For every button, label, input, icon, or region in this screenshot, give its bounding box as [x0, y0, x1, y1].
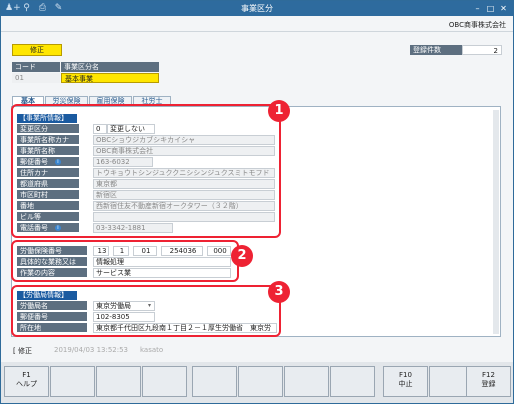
row-label: 具体的な業務又は [17, 257, 87, 267]
row-label: 番地 [17, 201, 79, 211]
fkey-button[interactable] [142, 366, 187, 397]
row-label: 電話番号 [17, 223, 79, 233]
close-icon[interactable]: ✕ [498, 3, 509, 14]
phone-field[interactable]: 03-3342-1881 [93, 223, 173, 233]
company-name: OBC商事株式会社 [448, 21, 506, 29]
office-name-field[interactable]: OBC商事株式会社 [93, 146, 275, 156]
insurance-no-part[interactable]: 01 [133, 246, 157, 256]
window-title: 事業区分 [241, 4, 273, 13]
row-label: 事業所名称カナ [17, 135, 79, 145]
divider [1, 31, 513, 32]
city-field[interactable]: 新宿区 [93, 190, 275, 200]
row-label: 郵便番号 [17, 312, 87, 322]
row-label: 労働保険番号 [17, 246, 87, 256]
row-label: 作業の内容 [17, 268, 87, 278]
row-label: ビル等 [17, 212, 79, 222]
fkey-button[interactable] [50, 366, 95, 397]
chevron-down-icon[interactable]: ▾ [148, 302, 151, 309]
info-icon[interactable]: i [55, 159, 61, 165]
f1-help-button[interactable]: F1 ヘルプ [4, 366, 49, 397]
status-user: kasato [140, 346, 164, 354]
section-office-title: 【事業所情報】 [17, 114, 77, 123]
prefecture-field[interactable]: 東京都 [93, 179, 275, 189]
fkey-button[interactable] [238, 366, 283, 397]
scrollbar[interactable] [493, 110, 499, 334]
row-label: 所在地 [17, 323, 87, 333]
office-kana-field[interactable]: OBCショウジカブシキカイシャ [93, 135, 275, 145]
address-kana-field[interactable]: トウキョウトシンジュククニシシンジュクスミトモフド [93, 168, 275, 178]
f12-register-button[interactable]: F12 登録 [466, 366, 511, 397]
minimize-icon[interactable]: – [472, 3, 483, 14]
fkey-button[interactable] [192, 366, 237, 397]
mode-badge: 修正 [12, 44, 62, 56]
row-label: 変更区分 [17, 124, 79, 134]
section-labor-bureau-title: 【労働局情報】 [17, 291, 77, 300]
work-detail-1[interactable]: 情報処理 [93, 257, 231, 267]
insurance-no-part[interactable]: 1 [113, 246, 129, 256]
insurance-no-part[interactable]: 254036 [161, 246, 203, 256]
row-label: 郵便番号 [17, 157, 79, 167]
f10-cancel-button[interactable]: F10 中止 [383, 366, 428, 397]
row-label: 市区町村 [17, 190, 79, 200]
fkey-button[interactable] [284, 366, 329, 397]
fkey-button[interactable] [96, 366, 141, 397]
callout-badge-1: 1 [268, 100, 290, 122]
office-info-table: 変更区分 0 変更しない 事業所名称カナ OBCショウジカブシキカイシャ 事業所… [17, 124, 275, 233]
count-value: 2 [462, 45, 502, 55]
name-value[interactable]: 基本事業 [61, 73, 159, 83]
insurance-no-part[interactable]: 000 [207, 246, 231, 256]
work-detail-2[interactable]: サービス業 [93, 268, 231, 278]
change-code-input[interactable]: 0 [93, 124, 107, 134]
building-field[interactable] [93, 212, 275, 222]
bureau-select[interactable]: 東京労働局 [93, 301, 155, 311]
name-header: 事業区分名 [61, 62, 159, 72]
code-header: コード [12, 62, 60, 72]
status-mode: [ 修正 [13, 347, 32, 355]
insurance-no-part[interactable]: 13 [93, 246, 109, 256]
count-label: 登録件数 [410, 45, 462, 55]
info-icon[interactable]: i [55, 225, 61, 231]
change-text: 変更しない [107, 124, 155, 134]
labor-insurance-table: 労働保険番号 13 1 01 254036 000 具体的な業務又は 情報処理 … [17, 246, 237, 280]
street-field[interactable]: 西新宿住友不動産新宿オークタワー（３２階） [93, 201, 275, 211]
bureau-address[interactable]: 東京都千代田区九段南１丁目２－１厚生労働省 東京労 [93, 323, 277, 333]
row-label: 労働局名 [17, 301, 87, 311]
row-label: 事業所名称 [17, 146, 79, 156]
title-bar: ♟+ ⚲ ⎙ ✎ 事業区分 – □ ✕ [1, 1, 513, 16]
postal-field[interactable]: 163-6032 [93, 157, 153, 167]
bureau-postal[interactable]: 102-8305 [93, 312, 155, 322]
callout-badge-3: 3 [268, 281, 290, 303]
maximize-icon[interactable]: □ [485, 3, 496, 14]
fkey-button[interactable] [330, 366, 375, 397]
callout-badge-2: 2 [231, 245, 253, 267]
labor-bureau-table: 労働局名 東京労働局 ▾ 郵便番号 102-8305 所在地 東京都千代田区九段… [17, 301, 277, 335]
row-label: 都道府県 [17, 179, 79, 189]
row-label: 住所カナ [17, 168, 79, 178]
status-timestamp: 2019/04/03 13:52:53 [54, 346, 129, 354]
code-value: 01 [12, 73, 60, 83]
